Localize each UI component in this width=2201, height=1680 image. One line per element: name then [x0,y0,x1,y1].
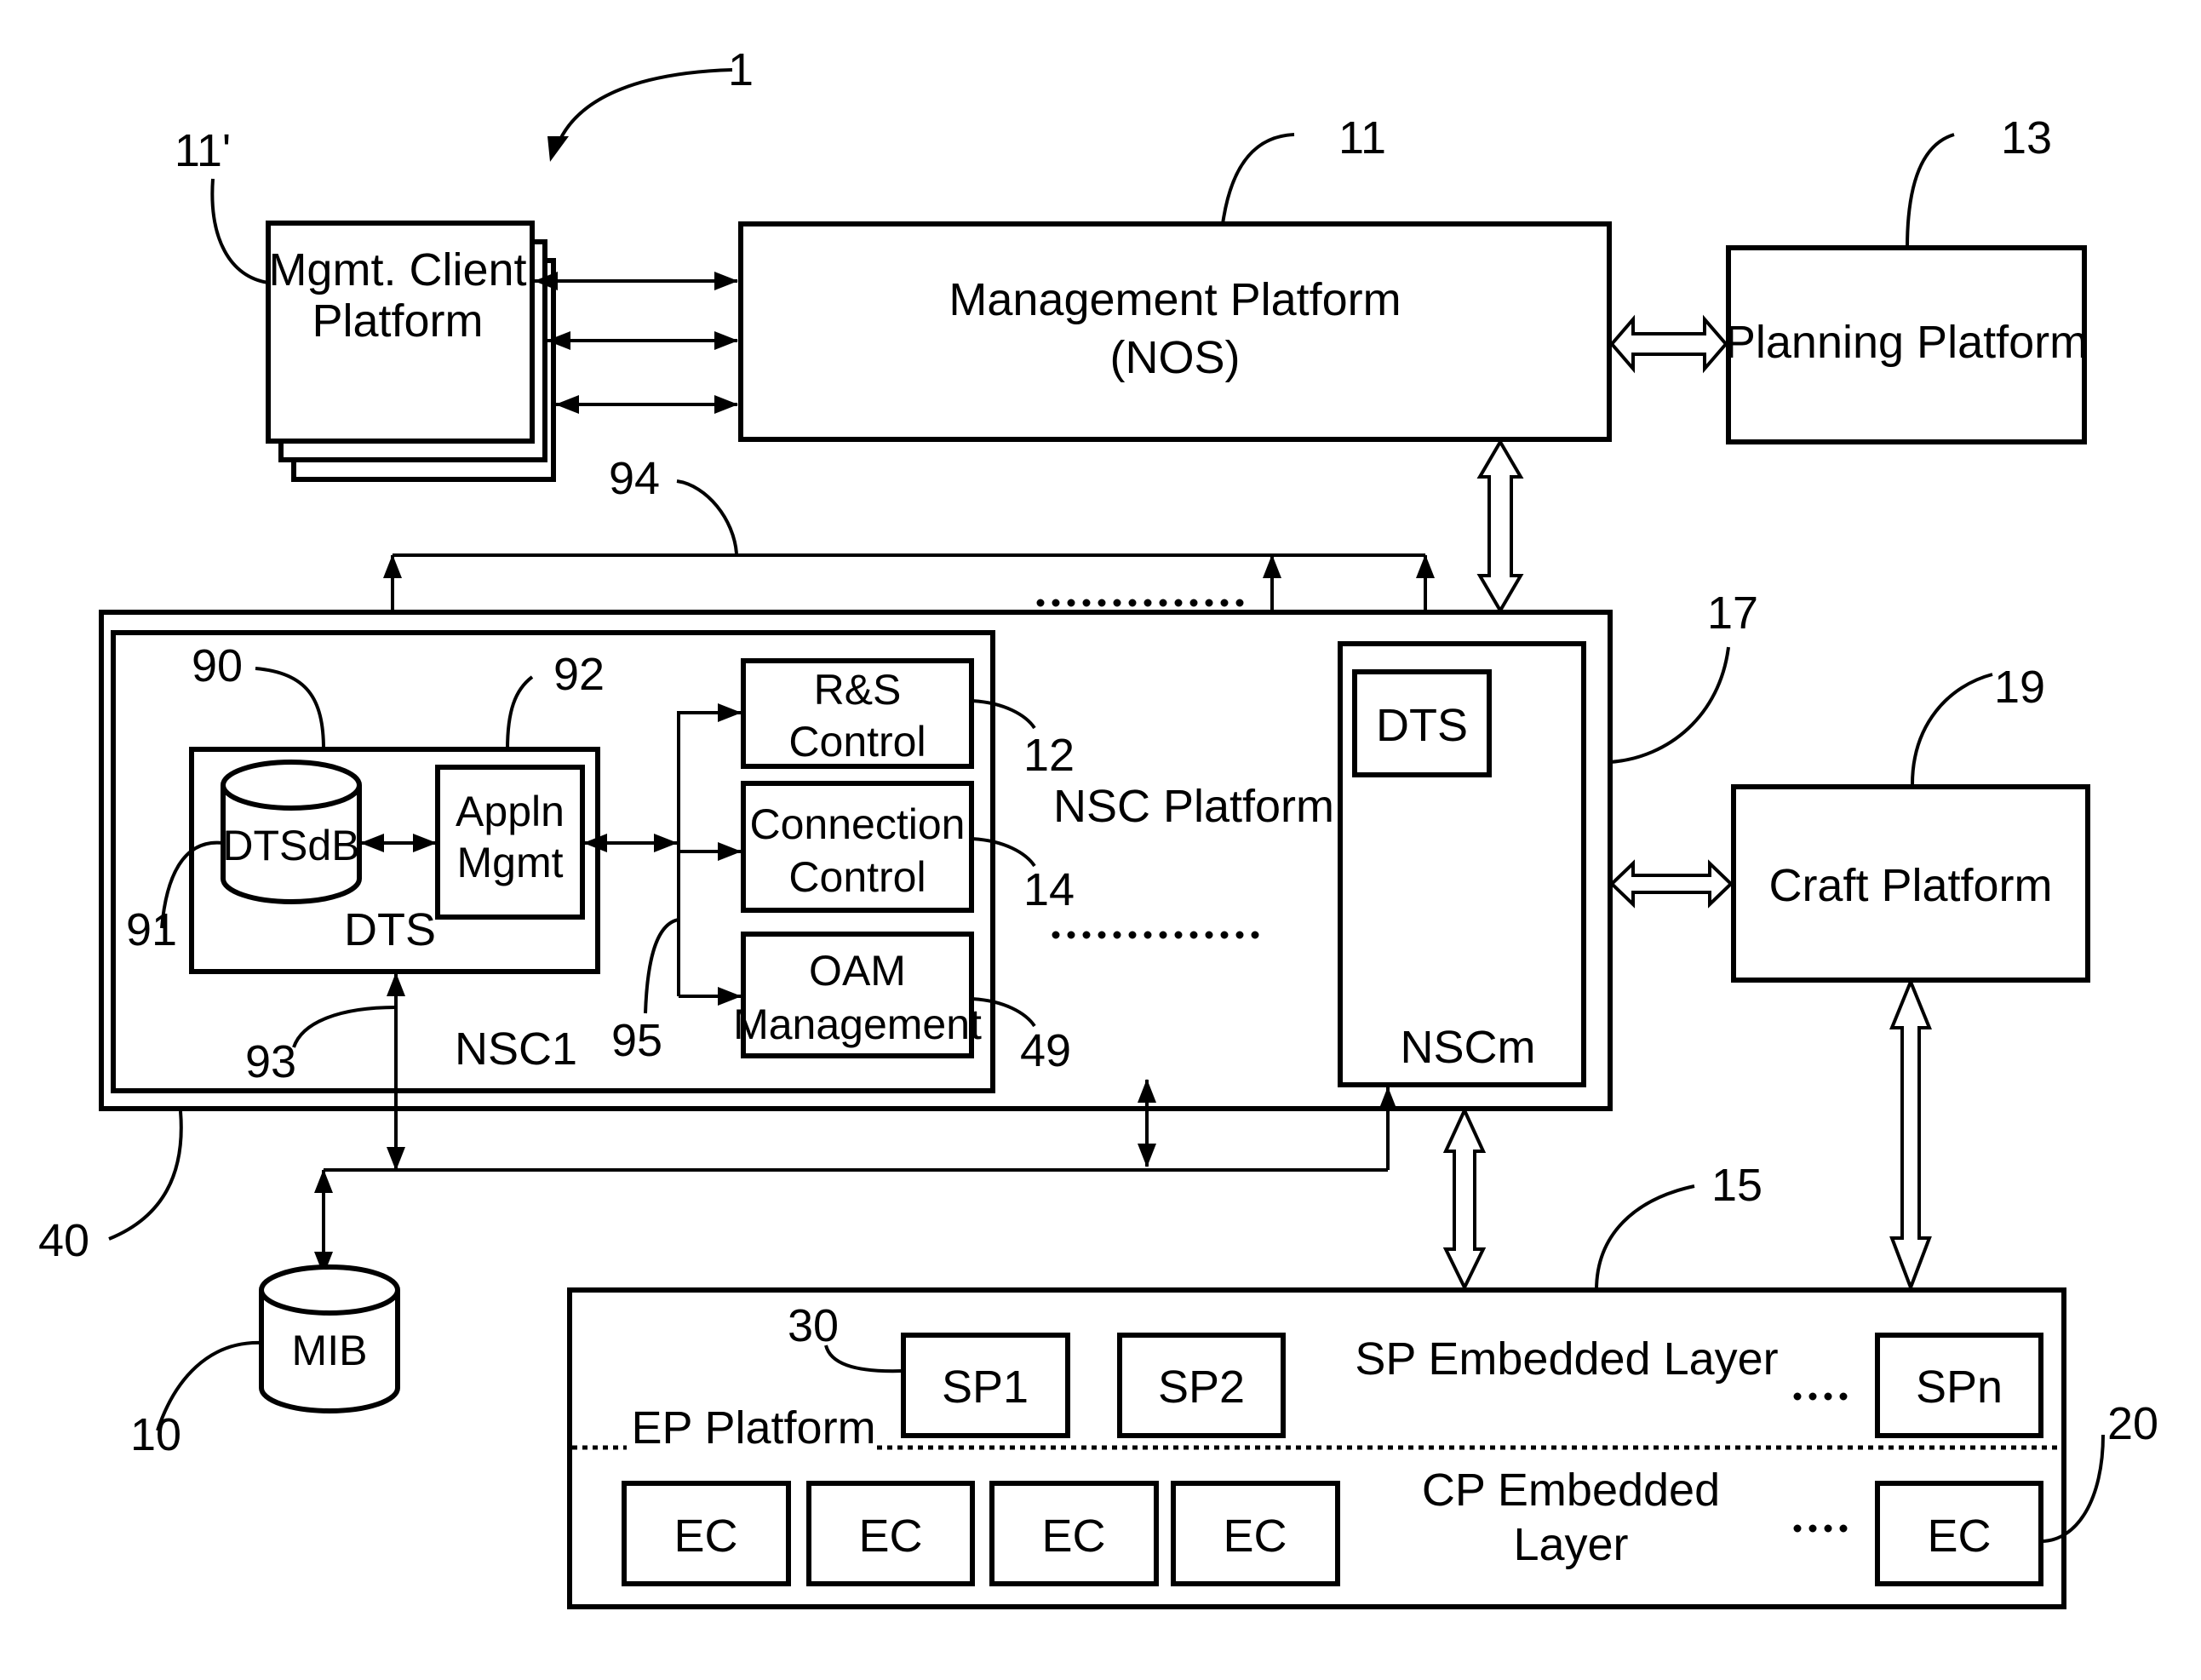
sp-label: SPn [1916,1362,2003,1413]
planning-platform[interactable]: Planning Platform [1725,245,2088,444]
ref-12: 12 [1023,730,1075,781]
ref-30: 30 [788,1300,839,1351]
ec-item[interactable]: EC [989,1481,1159,1586]
mib-database[interactable]: MIB [259,1264,400,1413]
ec-item[interactable]: EC [1171,1481,1340,1586]
mib-label: MIB [292,1327,368,1374]
ref-15: 15 [1711,1160,1763,1211]
ref-11: 11 [1338,112,1386,163]
oam-management-label-2: Management [733,1001,982,1048]
ep-platform-label: EP Platform [631,1402,875,1454]
craft-ep-link-icon [1889,977,1932,1293]
nscm-label: NSCm [1401,1022,1536,1073]
ec-item[interactable]: EC [622,1481,791,1586]
appln-mgmt-label-1: Appln [456,788,565,835]
rs-control-label-2: Control [788,718,926,765]
ref-17: 17 [1707,588,1758,639]
ref-93: 93 [245,1036,296,1087]
ec-label: EC [1223,1511,1287,1562]
craft-platform-label: Craft Platform [1768,860,2052,911]
management-platform-label-2: (NOS) [1110,332,1241,383]
ref-95: 95 [611,1015,662,1066]
figure-arrow-icon [547,136,569,162]
oam-management-label-1: OAM [809,947,906,995]
rs-control[interactable]: R&S Control [741,658,974,769]
ref-leader-17 [1609,646,1730,764]
mgmt-client-label-2: Platform [312,295,483,347]
ref-90: 90 [192,640,243,691]
nsc-ep-link-icon [1442,1106,1487,1292]
ref-92: 92 [553,649,605,700]
ec-label: EC [1927,1511,1991,1562]
mgmt-client-platform[interactable]: Mgmt. Client Platform [266,221,556,482]
connection-control-label-2: Control [788,853,926,901]
ref-leader-13 [1906,133,1955,249]
management-planning-link-icon [1609,314,1728,374]
ref-leader-19 [1910,673,1993,788]
ref-leader-94 [676,479,738,554]
ref-94: 94 [609,453,660,504]
ref-14: 14 [1023,864,1075,915]
nscm-dts[interactable]: DTS [1352,669,1492,777]
ec-label: EC [858,1511,922,1562]
sp-label: SP1 [942,1362,1029,1413]
sp-item[interactable]: SP1 [901,1333,1070,1438]
ec-item[interactable]: EC [1875,1481,2043,1586]
sp-item[interactable]: SP2 [1117,1333,1286,1438]
ref-13: 13 [2001,112,2052,163]
management-nsc-link-icon [1476,439,1524,614]
planning-platform-label: Planning Platform [1725,317,2088,368]
ref-leader-40 [108,1110,183,1241]
nsc1-label: NSC1 [455,1023,577,1075]
appln-mgmt[interactable]: Appln Mgmt [435,765,585,920]
ref-leader-11prime [210,178,269,284]
management-platform[interactable]: Management Platform (NOS) [738,221,1612,442]
mgmt-client-label-1: Mgmt. Client [268,244,526,295]
rs-control-label-1: R&S [814,666,902,714]
cp-layer-label-2: Layer [1513,1519,1628,1570]
dtsdb-label: DTSdB [222,822,359,869]
ref-19: 19 [1994,662,2045,713]
dts-label: DTS [344,904,436,955]
dtsdb-database[interactable]: DTSdB [221,760,362,904]
oam-management[interactable]: OAM Management [733,932,982,1058]
management-platform-label-1: Management Platform [949,274,1401,325]
ec-label: EC [673,1511,737,1562]
cp-layer-label-1: CP Embedded [1422,1465,1720,1516]
ref-1: 1 [728,44,754,95]
ref-20: 20 [2107,1398,2158,1449]
sp-item[interactable]: SPn [1875,1333,2043,1438]
nsc-platform-label: NSC Platform [1053,781,1334,832]
ref-leader-15 [1595,1184,1695,1291]
client-management-links [534,272,738,414]
nsc-craft-link-icon [1609,859,1734,909]
sp-layer-label: SP Embedded Layer [1355,1333,1778,1385]
nscm-dts-label: DTS [1376,700,1468,751]
craft-platform[interactable]: Craft Platform [1731,784,2090,983]
ref-49: 49 [1020,1025,1071,1076]
appln-mgmt-label-2: Mgmt [457,839,564,886]
ref-40: 40 [38,1215,89,1266]
ref-91: 91 [126,904,177,955]
ec-label: EC [1041,1511,1105,1562]
ref-10: 10 [130,1409,181,1460]
ec-item[interactable]: EC [806,1481,975,1586]
system-architecture-diagram: 1 Mgmt. Client Platform 11' Management P… [38,44,2158,1609]
connection-control-label-1: Connection [750,800,966,848]
sp-label: SP2 [1158,1362,1245,1413]
connection-control[interactable]: Connection Control [741,781,974,913]
figure-reference: 1 [547,44,754,162]
ref-11prime: 11' [175,125,231,176]
ref-leader-11 [1221,133,1295,225]
